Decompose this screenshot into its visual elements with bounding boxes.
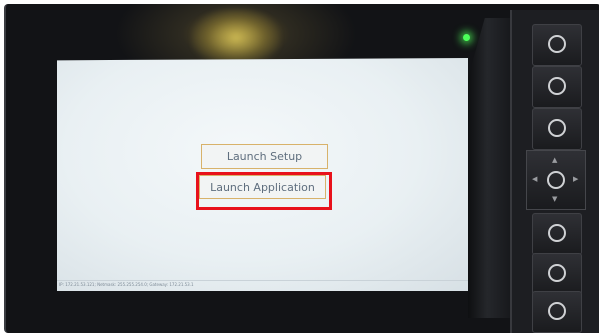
soft-key-3[interactable]	[532, 108, 582, 150]
circle-icon	[548, 264, 566, 282]
light-glare	[191, 8, 281, 68]
device-photo: ▲ ▼ ◀ ▶ Launch Setup Launch Application …	[0, 0, 599, 333]
highlight-box	[196, 172, 332, 210]
arrow-down-icon[interactable]: ▼	[552, 196, 557, 203]
soft-key-6[interactable]	[532, 291, 582, 333]
keypad-housing	[468, 18, 516, 318]
arrow-up-icon[interactable]: ▲	[552, 157, 557, 164]
arrow-left-icon[interactable]: ◀	[532, 176, 537, 183]
hardware-keypad: ▲ ▼ ◀ ▶	[510, 10, 599, 333]
soft-key-5[interactable]	[532, 253, 582, 295]
circle-icon	[548, 35, 566, 53]
circle-icon	[547, 171, 565, 189]
circle-icon	[548, 77, 566, 95]
network-status-bar: IP: 172.21.53.121; Netmask: 255.255.254.…	[59, 282, 194, 287]
status-bar-divider	[57, 280, 468, 281]
navigation-pad[interactable]: ▲ ▼ ◀ ▶	[526, 150, 586, 210]
soft-key-1[interactable]	[532, 24, 582, 66]
status-led-icon	[463, 34, 470, 41]
launch-setup-button[interactable]: Launch Setup	[201, 144, 328, 169]
circle-icon	[548, 119, 566, 137]
circle-icon	[548, 302, 566, 320]
circle-icon	[548, 224, 566, 242]
arrow-right-icon[interactable]: ▶	[573, 176, 578, 183]
soft-key-2[interactable]	[532, 66, 582, 108]
soft-key-4[interactable]	[532, 213, 582, 255]
